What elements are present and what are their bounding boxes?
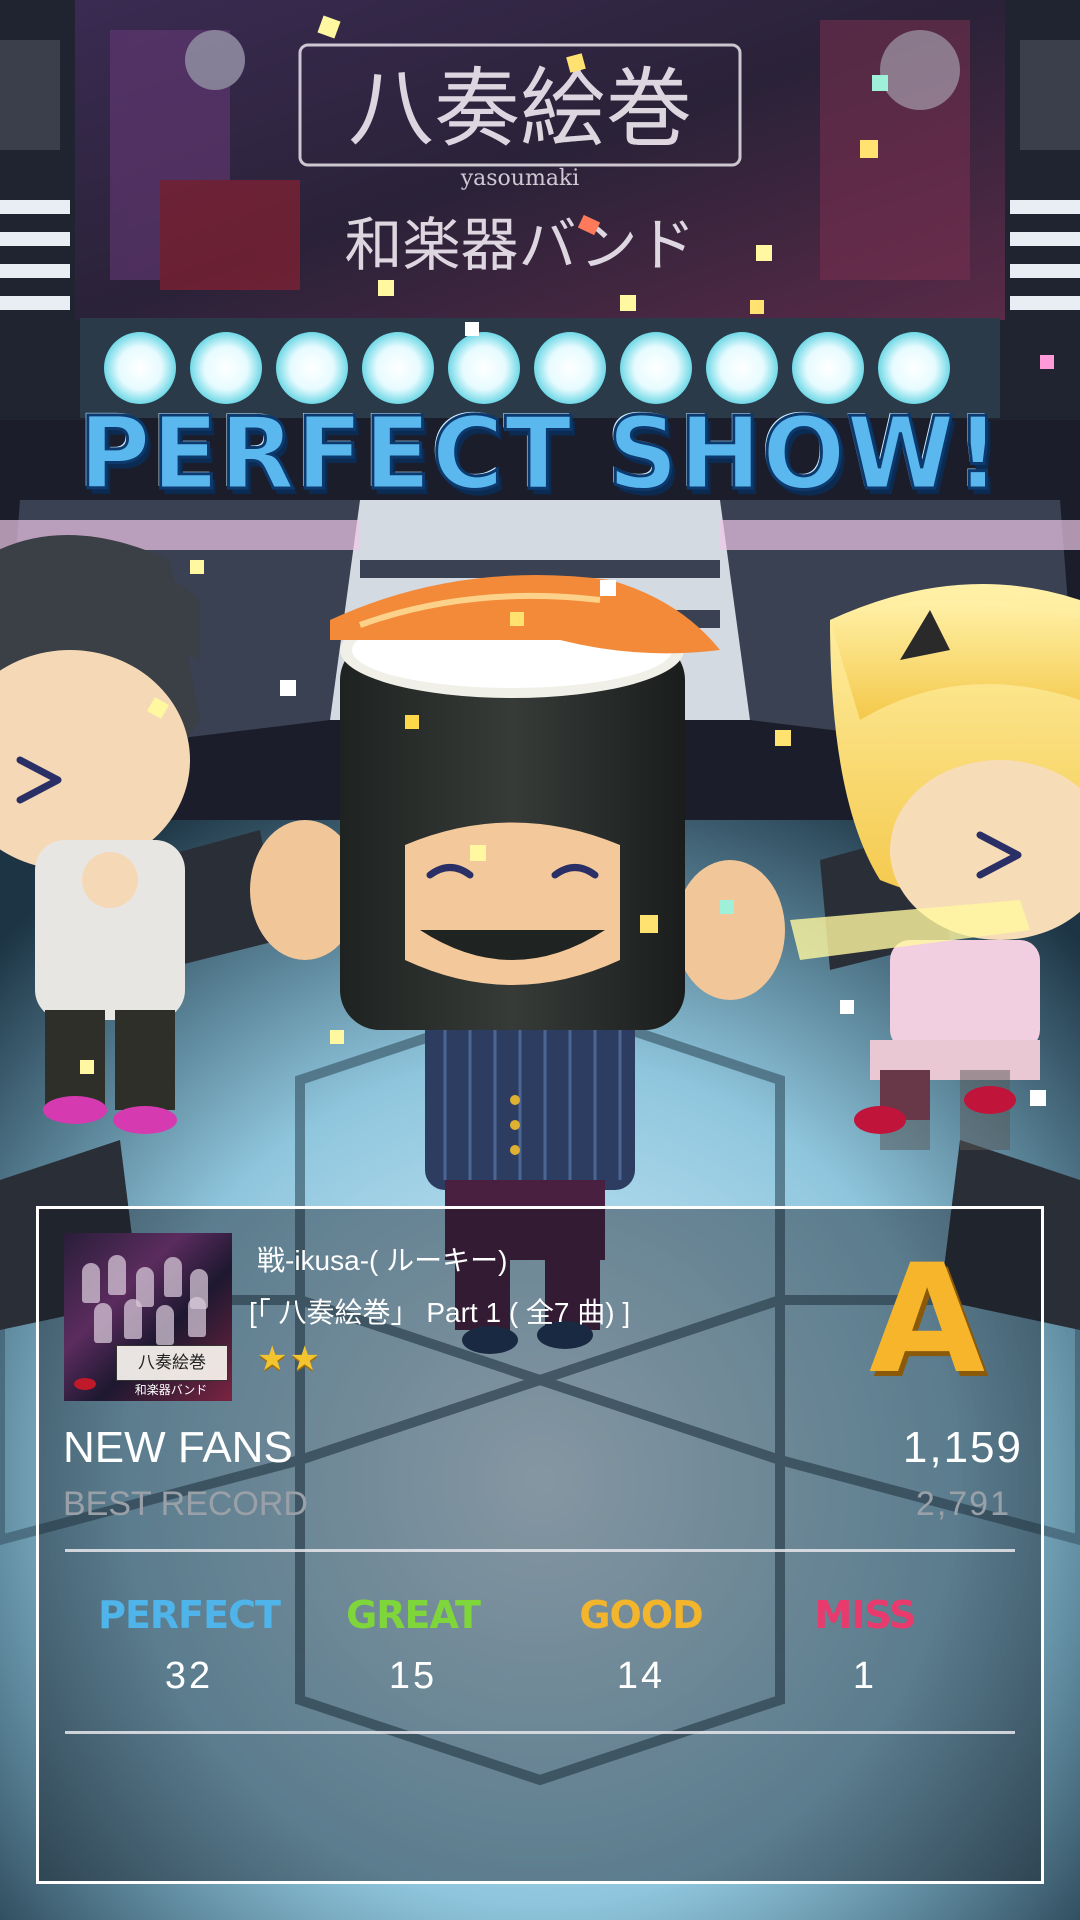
lips-icon (74, 1378, 96, 1390)
album-jacket: 八奏絵巻 和楽器バンド (64, 1233, 232, 1401)
good-label: GOOD (579, 1593, 703, 1637)
banner-title: 八奏絵巻 (348, 59, 692, 159)
great-count: 15 (388, 1655, 438, 1697)
difficulty-stars: ★★ (257, 1340, 322, 1378)
banner-band: 和楽器バンド (345, 211, 696, 279)
result-panel: 八奏絵巻 和楽器バンド 戦-ikusa-( ルーキー) [「 八奏絵巻」 Par… (36, 1206, 1044, 1884)
result-title: PERFECT SHOW! (77, 394, 1002, 514)
song-album: [「 八奏絵巻」 Part 1 ( 全7 曲) ] (249, 1297, 631, 1328)
good-count: 14 (616, 1655, 666, 1697)
rank-grade: A (869, 1233, 986, 1407)
divider (65, 1731, 1015, 1734)
jacket-band: 和楽器バンド (134, 1383, 208, 1397)
best-record-value: 2,791 (915, 1485, 1011, 1523)
great-label: GREAT (346, 1593, 481, 1637)
perfect-label: PERFECT (98, 1593, 281, 1637)
best-record-label: BEST RECORD (63, 1485, 308, 1523)
new-fans-label: NEW FANS (63, 1423, 293, 1472)
jacket-title: 八奏絵巻 (116, 1345, 228, 1381)
song-title: 戦-ikusa-( ルーキー) (257, 1245, 508, 1276)
new-fans-value: 1,159 (902, 1423, 1023, 1472)
miss-label: MISS (814, 1593, 917, 1637)
perfect-count: 32 (164, 1655, 214, 1697)
miss-count: 1 (852, 1655, 878, 1697)
banner-subtitle: yasoumaki (460, 166, 580, 191)
divider (65, 1549, 1015, 1552)
